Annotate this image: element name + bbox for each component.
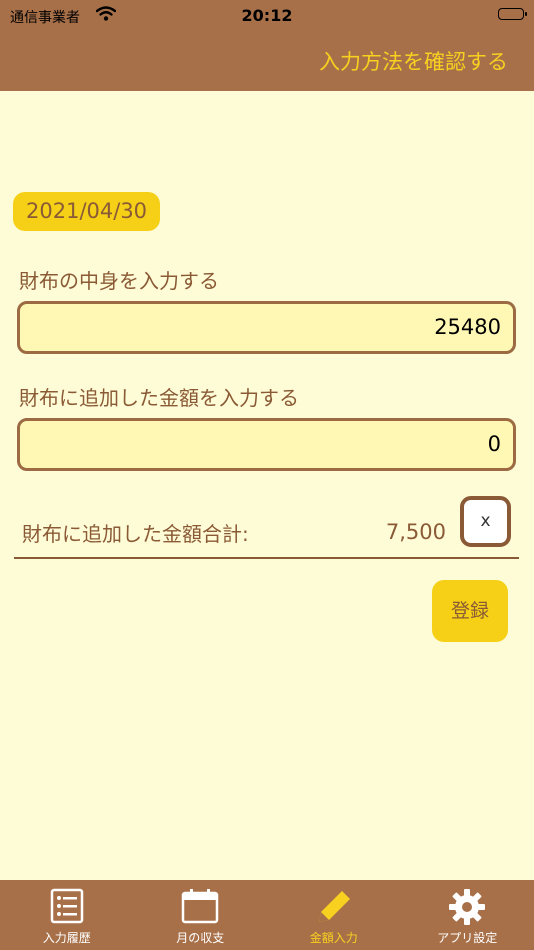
battery-icon [498, 8, 527, 20]
tab-label: アプリ設定 [437, 931, 498, 945]
tab-label: 入力履歴 [42, 931, 91, 945]
tab-settings[interactable]: アプリ設定 [401, 880, 534, 950]
status-bar: 通信事業者 20:12 [0, 0, 534, 32]
list-icon [50, 888, 83, 924]
howto-link[interactable]: 入力方法を確認する [319, 46, 508, 76]
tab-amount-input[interactable]: 金額入力 [267, 880, 401, 950]
wallet-amount-input[interactable]: 25480 [17, 301, 516, 354]
tab-monthly[interactable]: 月の収支 [134, 880, 268, 950]
tab-label: 月の収支 [176, 931, 225, 945]
tab-label: 金額入力 [309, 931, 358, 945]
divider [14, 557, 519, 559]
total-value: 7,500 [385, 520, 446, 544]
added-amount-input[interactable]: 0 [17, 418, 516, 471]
total-label: 財布に追加した金額合計: [22, 522, 249, 546]
clear-button[interactable]: x [460, 496, 511, 547]
status-time: 20:12 [241, 6, 293, 25]
added-label: 財布に追加した金額を入力する [19, 386, 299, 410]
calendar-icon [182, 889, 219, 924]
pencil-icon [318, 891, 350, 922]
register-button[interactable]: 登録 [432, 580, 508, 642]
tab-bar: 入力履歴 月の収支 金額入力 アプリ設定 [0, 880, 534, 950]
date-badge[interactable]: 2021/04/30 [13, 192, 161, 231]
header: 通信事業者 20:12 入力方法を確認する [0, 0, 534, 91]
gear-icon [449, 889, 486, 925]
tab-history[interactable]: 入力履歴 [0, 880, 134, 950]
wallet-label: 財布の中身を入力する [19, 269, 219, 293]
